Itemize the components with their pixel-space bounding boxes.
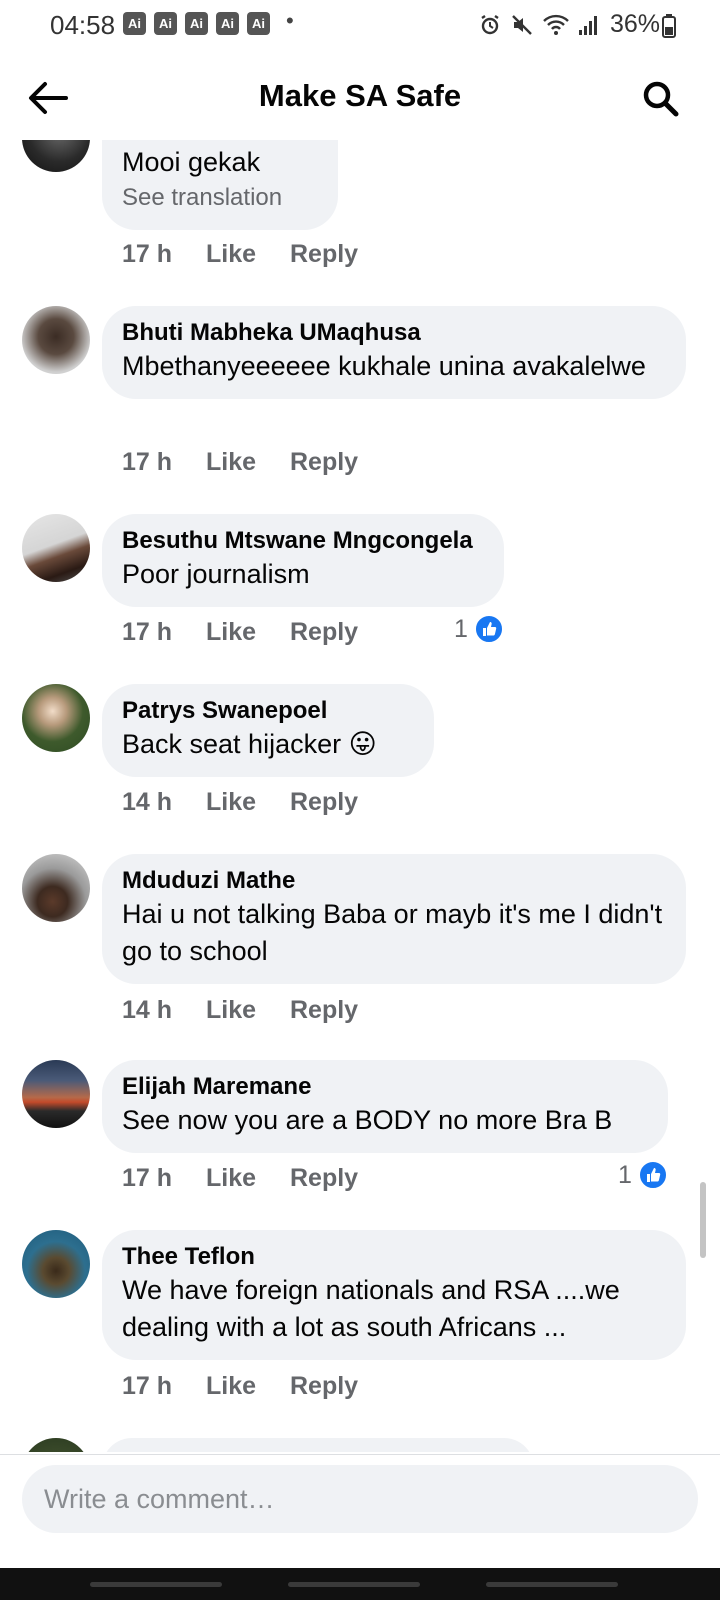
search-icon [643,81,679,117]
comment-time: 14 h [122,996,173,1024]
thumbs-up-icon [637,1160,668,1190]
comment-text: Hai u not talking Baba or mayb it's me I… [122,899,663,966]
comment-author[interactable]: Thee Teflon [122,1242,666,1272]
comment-time: 17 h [122,1164,173,1192]
signal-icon [578,15,597,35]
ai-badge: Ai [247,12,270,35]
comment-author[interactable]: Patrys Swanepoel [122,696,414,726]
comment-time: 17 h [122,448,173,476]
see-translation-link[interactable]: See translation [122,181,318,215]
reply-link[interactable]: Reply [290,788,358,817]
avatar[interactable] [22,514,90,582]
reply-link[interactable]: Reply [290,996,358,1025]
battery-level: 36% [609,10,660,38]
comment-actions: 17 h Like Reply [122,1372,358,1401]
comment-time: 14 h [122,788,173,816]
reaction-count[interactable]: 1 [454,614,504,644]
reply-link[interactable]: Reply [290,1164,358,1193]
comment-actions: 14 h Like Reply [122,996,358,1025]
comment-bubble: Patrys Swanepoel Back seat hijacker 😛 [102,684,434,777]
comment-time: 17 h [122,240,173,268]
like-link[interactable]: Like [206,448,290,477]
page-title: Make SA Safe [258,78,462,113]
like-link[interactable]: Like [206,618,290,647]
reply-link[interactable]: Reply [290,240,358,269]
thumbs-up-icon [473,614,504,644]
like-link[interactable]: Like [206,1372,290,1401]
avatar[interactable] [22,854,90,922]
comment-actions: 14 h Like Reply [122,788,358,817]
comment-list[interactable]: Mooi gekak See translation 17 h Like Rep… [0,140,720,1452]
like-link[interactable]: Like [206,240,290,269]
reply-link[interactable]: Reply [290,618,358,647]
comment-text: Back seat hijacker 😛 [122,729,377,759]
ai-badge: Ai [185,12,208,35]
comment-bubble: Mooi gekak See translation [102,140,338,230]
status-bar: 04:58 Ai Ai Ai Ai Ai • 36% [0,0,720,54]
comment-input[interactable] [44,1483,676,1515]
comment-time: 17 h [122,1372,173,1400]
comment-bubble: Mduduzi Mathe Hai u not talking Baba or … [102,854,686,984]
comment-bubble: Elijah Maremane See now you are a BODY n… [102,1060,668,1153]
like-link[interactable]: Like [206,1164,290,1193]
comment-bubble [102,1438,534,1452]
comment-bubble: Besuthu Mtswane Mngcongela Poor journali… [102,514,504,607]
status-dot: • [286,8,294,33]
comment-bubble: Thee Teflon We have foreign nationals an… [102,1230,686,1360]
alarm-icon [481,14,499,34]
avatar[interactable] [22,1438,90,1452]
comment-author[interactable]: Besuthu Mtswane Mngcongela [122,526,484,556]
comment-bubble: Bhuti Mabheka UMaqhusa Mbethanyeeeeee ku… [102,306,686,399]
avatar[interactable] [22,140,90,172]
like-link[interactable]: Like [206,996,290,1025]
like-link[interactable]: Like [206,788,290,817]
nav-back-button[interactable] [486,1582,618,1587]
wifi-icon [543,14,569,35]
comment-time: 17 h [122,618,173,646]
avatar[interactable] [22,306,90,374]
comment-input-container[interactable] [22,1465,698,1533]
reaction-number: 1 [618,1160,632,1189]
comment-author[interactable]: Mduduzi Mathe [122,866,666,896]
status-icons: 36% [478,10,660,39]
ai-badge: Ai [216,12,239,35]
comment-author[interactable]: Bhuti Mabheka UMaqhusa [122,318,666,348]
scrollbar[interactable] [700,1182,706,1258]
reaction-number: 1 [454,614,468,643]
battery-icon [662,14,676,38]
comment-author[interactable]: Elijah Maremane [122,1072,648,1102]
reply-link[interactable]: Reply [290,448,358,477]
comment-actions: 17 h Like Reply [122,1164,358,1193]
ai-badge: Ai [154,12,177,35]
avatar[interactable] [22,684,90,752]
comment-text: See now you are a BODY no more Bra B [122,1105,613,1135]
reaction-count[interactable]: 1 [618,1160,668,1190]
nav-home-button[interactable] [288,1582,420,1587]
avatar[interactable] [22,1060,90,1128]
ai-badge: Ai [123,12,146,35]
mute-icon [512,14,532,35]
comment-text: Poor journalism [122,559,310,589]
system-nav-bar [0,1568,720,1600]
app-header: Make SA Safe [0,60,720,136]
reply-link[interactable]: Reply [290,1372,358,1401]
comment-text: Mooi gekak [122,147,261,177]
notification-badges: Ai Ai Ai Ai Ai [123,12,270,35]
comment-text: We have foreign nationals and RSA ....we… [122,1275,620,1342]
comment-actions: 17 h Like Reply [122,240,358,269]
comment-composer [0,1454,720,1566]
status-time: 04:58 [50,10,116,40]
avatar[interactable] [22,1230,90,1298]
comment-actions: 17 h Like Reply [122,448,358,477]
nav-recents-button[interactable] [90,1582,222,1587]
search-button[interactable] [636,74,684,122]
comment-actions: 17 h Like Reply [122,618,358,647]
comment-text: Mbethanyeeeeee kukhale unina avakalelwe [122,351,646,381]
